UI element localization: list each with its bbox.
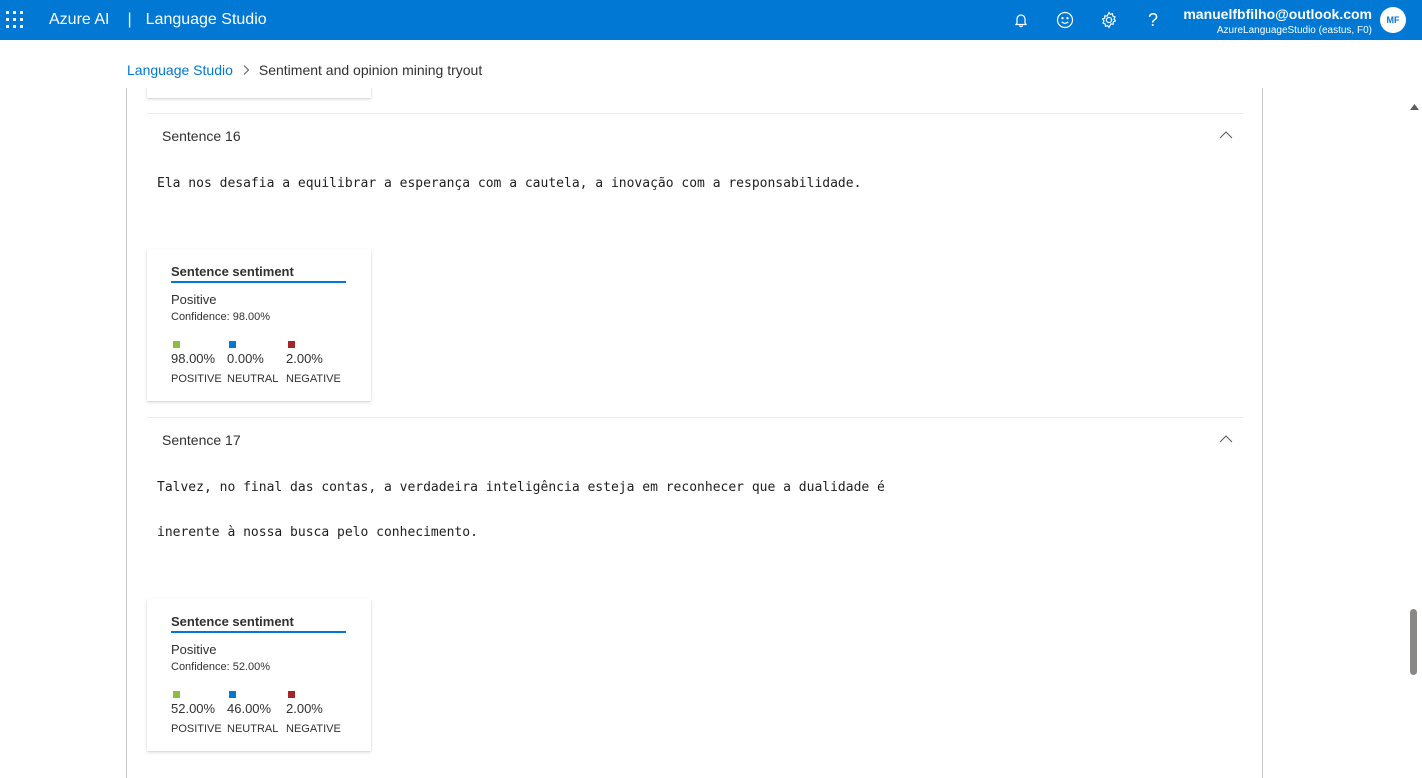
sentence-17-sentiment-card: Sentence sentiment Positive Confidence: … xyxy=(147,599,371,751)
sentiment-label: Positive xyxy=(171,642,217,657)
previous-sentiment-card xyxy=(147,88,371,98)
active-tab-indicator xyxy=(171,631,346,633)
account-email: manuelfbfilho@outlook.com xyxy=(1183,6,1372,22)
avatar[interactable]: MF xyxy=(1380,7,1406,33)
sentence-17-text-line-1: Talvez, no final das contas, a verdadeir… xyxy=(157,480,885,495)
brand-name: Azure AI xyxy=(49,11,110,28)
positive-caption: POSITIVE xyxy=(171,723,222,735)
positive-color-square xyxy=(173,691,180,698)
positive-value: 98.00% xyxy=(171,351,216,366)
neutral-metric: 0.00% NEUTRAL xyxy=(227,341,278,385)
confidence-text: Confidence: 52.00% xyxy=(171,661,271,673)
brand-separator: | xyxy=(127,11,132,28)
negative-color-square xyxy=(288,691,295,698)
sentence-sentiment-tab[interactable]: Sentence sentiment xyxy=(171,614,294,629)
negative-caption: NEGATIVE xyxy=(286,373,341,385)
confidence-text: Confidence: 98.00% xyxy=(171,311,271,323)
sentence-16-title[interactable]: Sentence 16 xyxy=(162,128,241,144)
neutral-color-square xyxy=(229,341,236,348)
brand-title[interactable]: Azure AI | Language Studio xyxy=(49,11,267,29)
positive-metric: 98.00% POSITIVE xyxy=(171,341,222,385)
account-info[interactable]: manuelfbfilho@outlook.com AzureLanguageS… xyxy=(1183,6,1372,38)
top-bar: Azure AI | Language Studio ? manuelfbfilho… xyxy=(0,0,1422,40)
sentence-16-text: Ela nos desafia a equilibrar a esperança… xyxy=(157,176,862,191)
neutral-metric: 46.00% NEUTRAL xyxy=(227,691,278,735)
breadcrumb-current: Sentiment and opinion mining tryout xyxy=(258,62,483,78)
breadcrumb-root-link[interactable]: Language Studio xyxy=(127,62,233,78)
neutral-caption: NEUTRAL xyxy=(227,373,279,385)
sentence-16-sentiment-card: Sentence sentiment Positive Confidence: … xyxy=(147,249,371,401)
negative-color-square xyxy=(288,341,295,348)
negative-value: 2.00% xyxy=(286,701,323,716)
settings-gear-icon[interactable] xyxy=(1098,9,1120,31)
neutral-color-square xyxy=(229,691,236,698)
notifications-bell-icon[interactable] xyxy=(1010,9,1032,31)
sentence-sentiment-tab[interactable]: Sentence sentiment xyxy=(171,264,294,279)
neutral-value: 0.00% xyxy=(227,351,264,366)
account-resource: AzureLanguageStudio (eastus, F0) xyxy=(1216,25,1372,36)
section-divider xyxy=(147,417,1243,418)
positive-caption: POSITIVE xyxy=(171,373,222,385)
chevron-up-icon[interactable] xyxy=(1217,430,1235,448)
sentence-17-title[interactable]: Sentence 17 xyxy=(162,432,241,448)
sentiment-label: Positive xyxy=(171,292,217,307)
breadcrumb: Language Studio Sentiment and opinion mi… xyxy=(127,62,482,78)
positive-color-square xyxy=(173,341,180,348)
positive-value: 52.00% xyxy=(171,701,216,716)
scroll-thumb[interactable] xyxy=(1410,609,1417,675)
app-launcher-icon[interactable] xyxy=(6,11,24,29)
negative-metric: 2.00% NEGATIVE xyxy=(286,341,341,385)
active-tab-indicator xyxy=(171,281,346,283)
chevron-right-icon xyxy=(242,64,250,76)
neutral-caption: NEUTRAL xyxy=(227,723,279,735)
help-question-icon[interactable]: ? xyxy=(1142,9,1164,31)
neutral-value: 46.00% xyxy=(227,701,272,716)
sentence-17-text-line-2: inerente à nossa busca pelo conhecimento… xyxy=(157,525,478,540)
results-panel: Sentence 16 Ela nos desafia a equilibrar… xyxy=(126,88,1263,778)
negative-metric: 2.00% NEGATIVE xyxy=(286,691,341,735)
page-scrollbar[interactable] xyxy=(1407,95,1422,766)
section-divider xyxy=(147,113,1243,114)
negative-caption: NEGATIVE xyxy=(286,723,341,735)
chevron-up-icon[interactable] xyxy=(1217,126,1235,144)
scroll-up-arrow-icon[interactable] xyxy=(1410,97,1419,115)
product-name: Language Studio xyxy=(145,11,267,28)
feedback-smiley-icon[interactable] xyxy=(1054,9,1076,31)
negative-value: 2.00% xyxy=(286,351,323,366)
positive-metric: 52.00% POSITIVE xyxy=(171,691,222,735)
